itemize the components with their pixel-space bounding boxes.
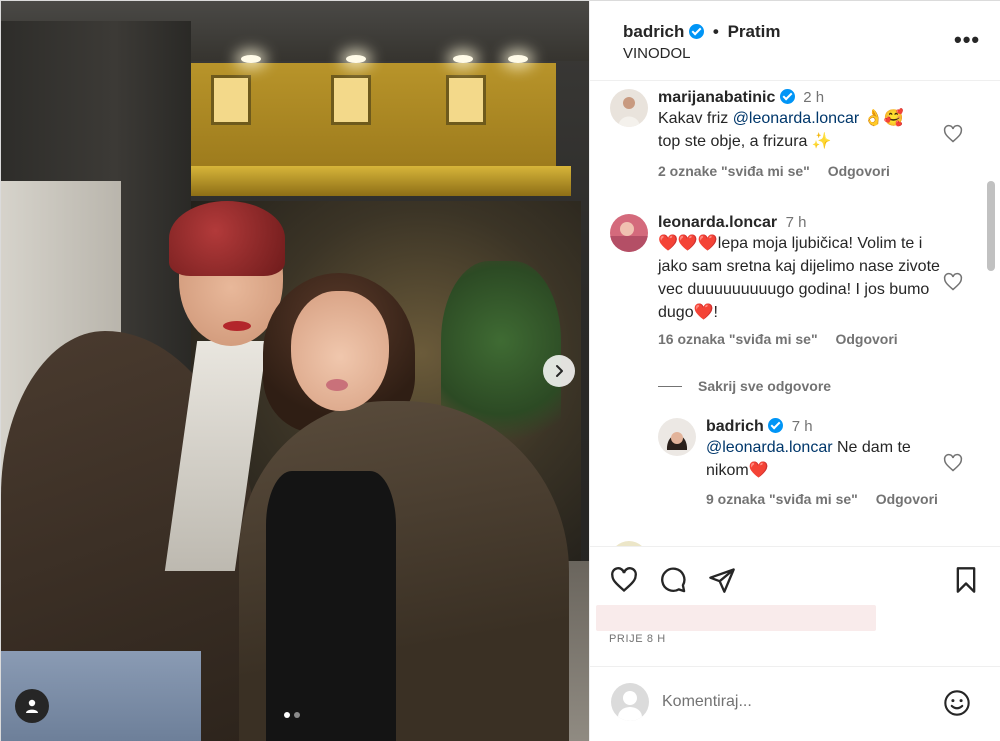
header-separator: • [712,22,719,41]
comment-mention[interactable]: @leonarda.loncar [706,439,833,456]
avatar[interactable] [610,214,648,252]
comment-username[interactable]: leonarda.loncar [658,214,777,231]
carousel-dot [294,712,300,718]
comment-meta: 16 oznaka "sviđa mi se" Odgovori [658,331,948,347]
share-paper-plane-icon[interactable] [708,566,736,594]
comment-mention[interactable]: @leonarda.loncar [733,110,860,127]
avatar[interactable] [610,89,648,127]
person-left-lips [223,321,251,331]
comment-time[interactable]: 2 h [803,89,824,106]
comment-text-suffix: 👌🥰 [859,110,904,127]
comment-bubble-icon[interactable] [659,566,687,594]
comment-body: marijanabatinic 2 h Kakav friz @leonarda… [658,89,948,179]
photo-window [331,75,371,125]
photo-lamp [453,55,473,63]
hide-replies-button[interactable]: Sakrij sve odgovore [658,378,831,394]
person-right-top [266,471,396,741]
comments-list[interactable]: marijanabatinic 2 h Kakav friz @leonarda… [590,81,1000,546]
photo-lamp [508,55,528,63]
comment-body: leonarda.loncar 7 h ❤️❤️❤️lepa moja ljub… [658,214,948,347]
verified-badge-icon [768,418,784,433]
comment-meta: 9 oznaka "sviđa mi se" Odgovori [706,491,951,507]
comment-body: badrich 7 h @leonarda.loncar Ne dam te n… [706,418,951,507]
post-header: badrich • Pratim VINODOL ••• [590,1,1000,81]
hide-replies-label: Sakrij sve odgovore [698,378,832,394]
emoji-smiley-icon[interactable] [943,689,971,717]
reply-button[interactable]: Odgovori [876,491,938,507]
carousel-next-button[interactable] [543,355,575,387]
comment-username[interactable]: marijanabatinic [658,89,775,106]
carousel-indicator [284,712,300,718]
comment-text-line2: top ste obje, a frizura ✨ [658,133,832,150]
like-comment-heart-icon[interactable] [943,124,963,144]
like-heart-icon[interactable] [610,566,638,594]
comment-meta: 2 oznake "sviđa mi se" Odgovori [658,163,948,179]
replies-divider-line [658,385,682,387]
photo-window [446,75,486,125]
post-actions [590,546,1000,606]
carousel-dot [284,712,290,718]
comment-likes[interactable]: 2 oznake "sviđa mi se" [658,163,810,179]
like-comment-heart-icon[interactable] [943,272,963,292]
comments-scrollbar[interactable] [987,181,995,271]
person-right-lips [326,379,348,391]
comment-text: ❤️❤️❤️lepa moja ljubičica! Volim te i ja… [658,235,940,321]
verified-badge-icon [689,24,705,39]
comment-time[interactable]: 7 h [792,418,813,435]
avatar-image [658,418,696,456]
comment-username[interactable]: badrich [706,418,764,435]
reply-button[interactable]: Odgovori [828,163,890,179]
user-icon [26,699,38,713]
current-user-avatar [611,683,649,721]
person-left-hair [169,201,285,276]
following-button[interactable]: Pratim [728,22,781,41]
post-details-panel: badrich • Pratim VINODOL ••• marijanabat… [589,1,1000,741]
verified-badge-icon [779,89,795,104]
person-right-face [291,291,389,411]
comment-time[interactable]: 7 h [786,214,807,231]
like-comment-heart-icon[interactable] [943,453,963,473]
author-line: badrich • Pratim [623,22,780,42]
reply-button[interactable]: Odgovori [835,331,897,347]
comment-likes[interactable]: 16 oznaka "sviđa mi se" [658,331,818,347]
comment-text: Kakav friz @leonarda.loncar 👌🥰 top ste o… [658,107,948,153]
photo-lamp [241,55,261,63]
post-photo[interactable] [1,1,589,741]
comment-likes[interactable]: 9 oznaka "sviđa mi se" [706,491,858,507]
comment-text: @leonarda.loncar Ne dam te nikom❤️ [706,436,951,482]
post-modal: badrich • Pratim VINODOL ••• marijanabat… [0,0,1000,741]
avatar[interactable] [658,418,696,456]
more-options-icon[interactable]: ••• [954,27,980,53]
comment-input[interactable] [662,689,932,715]
photo-awning [191,166,571,196]
comment-composer [590,666,1000,741]
tagged-users-button[interactable] [15,689,49,723]
comment-text-prefix: Kakav friz [658,110,733,127]
photo-lamp [346,55,366,63]
post-timestamp[interactable]: PRIJE 8 H [609,633,666,645]
author-username[interactable]: badrich [623,22,684,41]
avatar-image [610,214,648,252]
save-bookmark-icon[interactable] [952,566,980,594]
post-location[interactable]: VINODOL [623,45,691,62]
photo-window [211,75,251,125]
chevron-right-icon [556,365,563,377]
likes-summary-placeholder [596,605,876,631]
avatar-image [610,89,648,127]
